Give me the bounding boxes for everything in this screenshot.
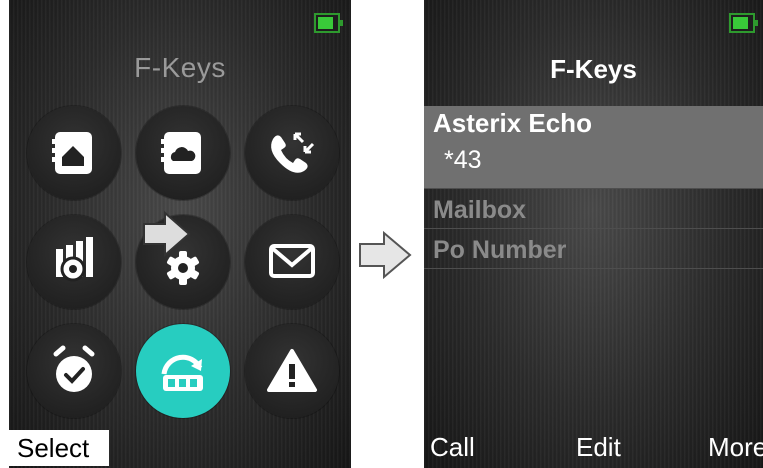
divider (424, 188, 763, 189)
screen-title: F-Keys (134, 52, 226, 83)
battery-full-icon (729, 13, 758, 33)
list-item[interactable]: Mailbox (433, 196, 526, 225)
messages-icon[interactable] (245, 215, 339, 309)
contacts-cloud-icon[interactable] (136, 106, 230, 200)
screen-title: F-Keys (550, 54, 637, 84)
list-item-number: *43 (444, 146, 482, 174)
f-keys-icon[interactable] (136, 324, 230, 418)
list-item[interactable]: Po Number (433, 236, 566, 265)
contacts-home-icon[interactable] (27, 106, 121, 200)
phone-screen-fkeys: F-Keys Asterix Echo *43 Mailbox Po Numbe… (424, 0, 763, 468)
pointer-arrow-icon (143, 210, 191, 258)
battery-full-icon (314, 13, 343, 33)
edit-softkey[interactable]: Edit (576, 432, 621, 463)
call-log-icon[interactable] (245, 106, 339, 200)
select-softkey-label: Select (17, 433, 90, 463)
transition-arrow-icon (359, 230, 412, 280)
alert-icon[interactable] (245, 324, 339, 418)
more-softkey[interactable]: More (708, 432, 763, 463)
list-item-name: Asterix Echo (433, 108, 592, 138)
settings-grid-icon[interactable] (27, 215, 121, 309)
divider (424, 228, 763, 229)
call-softkey[interactable]: Call (430, 432, 475, 463)
alarm-icon[interactable] (27, 324, 121, 418)
phone-screen-menu: F-Keys Select (9, 0, 351, 468)
select-softkey[interactable]: Select (9, 430, 109, 466)
divider (424, 268, 763, 269)
